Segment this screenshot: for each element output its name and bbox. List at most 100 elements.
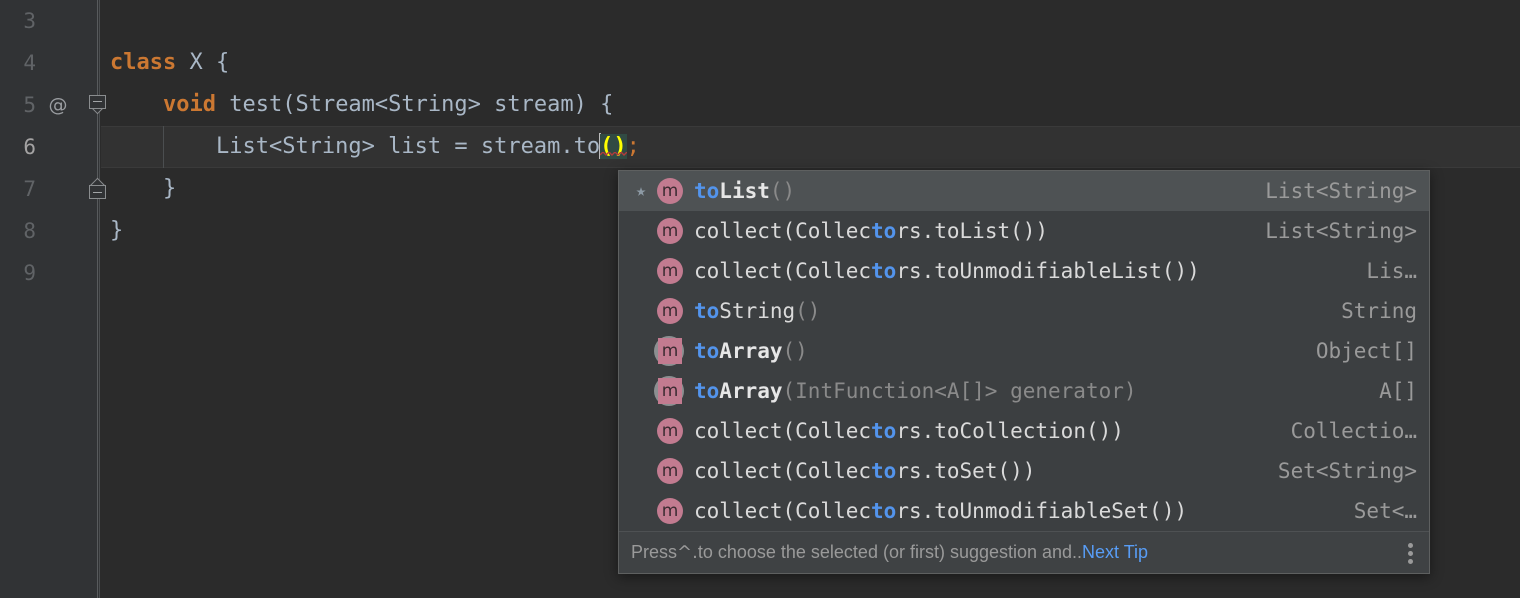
code-token: test: [229, 92, 283, 117]
label-segment-bold: Array: [719, 379, 783, 403]
label-segment-name: collect(Collec: [694, 459, 872, 483]
completion-item[interactable]: ★mtoArray()Object[]: [619, 331, 1429, 371]
completion-item-type: List<String>: [1265, 179, 1417, 203]
line-number: 6: [23, 135, 36, 159]
hint-shortcut: ^.: [677, 542, 698, 563]
code-token: List<String>: [215, 134, 375, 159]
code-text: void test(Stream<String> stream) {: [110, 92, 613, 117]
gutter-row[interactable]: 3: [0, 0, 99, 42]
completion-hint-bar: Press ^. to choose the selected (or firs…: [619, 531, 1429, 573]
code-token: ;: [626, 134, 640, 159]
hint-text-before: Press: [631, 542, 678, 562]
label-segment-name: collect(Collec: [694, 419, 872, 443]
annotation-marker-icon[interactable]: @: [46, 84, 70, 126]
code-line[interactable]: [101, 0, 1520, 42]
code-token: }: [162, 176, 177, 201]
label-segment-name: collect(Collec: [694, 219, 872, 243]
completion-item[interactable]: ★mcollect(Collectors.toUnmodifiableSet()…: [619, 491, 1429, 531]
completion-item[interactable]: ★mcollect(Collectors.toSet())Set<String>: [619, 451, 1429, 491]
completion-item[interactable]: ★mtoString()String: [619, 291, 1429, 331]
label-segment-dim: (IntFunction<A[]> generator): [782, 379, 1137, 403]
completion-item-label: collect(Collectors.toUnmodifiableSet()): [694, 499, 1187, 523]
completion-item-type: String: [1341, 299, 1417, 323]
label-segment-hit: to: [871, 459, 897, 483]
completion-item-label: toList(): [694, 179, 795, 203]
hint-text-after: to choose the selected (or first) sugges…: [697, 542, 1083, 562]
completion-item-label: collect(Collectors.toSet()): [694, 459, 1035, 483]
code-token: }: [110, 218, 124, 243]
method-icon: m: [655, 416, 685, 446]
label-segment-dim: (): [795, 299, 821, 323]
label-segment-hit: to: [694, 299, 720, 323]
gutter-row[interactable]: 6: [0, 126, 99, 168]
editor-gutter: 3 4 5 @6 7 8 9: [0, 0, 106, 598]
line-number: 5: [23, 93, 36, 117]
code-token: X: [189, 50, 203, 75]
method-icon: m: [655, 296, 685, 326]
line-number: 7: [23, 177, 36, 201]
label-segment-hit: to: [694, 379, 720, 403]
completion-item-type: Object[]: [1315, 339, 1417, 363]
code-completion-popup[interactable]: ★mtoList()List<String>★mcollect(Collecto…: [618, 170, 1430, 574]
completion-item-type: Set<String>: [1277, 459, 1417, 483]
completion-item-label: toArray(IntFunction<A[]> generator): [694, 379, 1137, 403]
label-segment-name: rs.toUnmodifiableList()): [896, 259, 1200, 283]
line-number: 3: [23, 9, 36, 33]
line-number: 9: [23, 261, 36, 285]
code-token: list: [388, 134, 442, 159]
completion-item-type: Lis…: [1366, 259, 1417, 283]
label-segment-hit: to: [871, 259, 897, 283]
completion-item[interactable]: ★mcollect(Collectors.toUnmodifiableList(…: [619, 251, 1429, 291]
code-line[interactable]: void test(Stream<String> stream) {: [101, 84, 1520, 126]
label-segment-name: rs.toCollection()): [896, 419, 1124, 443]
abstract-method-icon: m: [654, 376, 685, 406]
completion-item-list[interactable]: ★mtoList()List<String>★mcollect(Collecto…: [619, 171, 1429, 531]
gutter-row[interactable]: 4: [0, 42, 99, 84]
completion-item[interactable]: ★ m toList() List<String>: [619, 171, 1429, 211]
completion-item[interactable]: ★mtoArray(IntFunction<A[]> generator)A[]: [619, 371, 1429, 411]
code-token: class: [110, 50, 177, 75]
completion-item[interactable]: ★mcollect(Collectors.toList())List<Strin…: [619, 211, 1429, 251]
code-token: stream: [494, 92, 574, 117]
more-options-icon[interactable]: [1401, 539, 1421, 567]
code-token: stream: [480, 134, 561, 159]
code-line[interactable]: class X {: [101, 42, 1520, 84]
completion-item-type: A[]: [1379, 379, 1417, 403]
method-icon: m: [655, 216, 685, 246]
code-text: List<String> list = stream.to();: [110, 133, 640, 159]
method-icon: m: [655, 256, 685, 286]
code-text: }: [110, 176, 176, 201]
label-segment-dim: (): [782, 339, 808, 363]
completion-item-label: collect(Collectors.toCollection()): [694, 419, 1124, 443]
code-line[interactable]: List<String> list = stream.to();: [101, 126, 1520, 168]
completion-item-label: toString(): [694, 299, 820, 323]
label-segment-hit: to: [871, 219, 897, 243]
completion-item[interactable]: ★mcollect(Collectors.toCollection())Coll…: [619, 411, 1429, 451]
gutter-row[interactable]: 7: [0, 168, 106, 210]
code-token: {: [215, 50, 230, 75]
next-tip-link[interactable]: Next Tip: [1082, 542, 1148, 563]
label-segment-hit: to: [694, 179, 720, 203]
code-token: ) {: [573, 92, 614, 117]
code-editor: 3 4 5 @6 7 8 9 class X { void test(Stream<Stri…: [0, 0, 1520, 598]
code-token: to: [573, 134, 601, 159]
gutter-row[interactable]: 9: [0, 252, 99, 294]
label-segment-bold: Array: [719, 339, 783, 363]
code-token: (: [282, 92, 296, 117]
live-template-placeholder[interactable]: (): [600, 134, 627, 159]
method-icon: m: [655, 456, 685, 486]
gutter-row[interactable]: 8: [0, 210, 99, 252]
error-squiggle: [600, 152, 627, 156]
label-segment-hit: to: [871, 499, 897, 523]
abstract-method-icon: m: [654, 336, 685, 366]
label-segment-name: rs.toSet()): [896, 459, 1036, 483]
gutter-row[interactable]: 5 @: [0, 84, 106, 126]
